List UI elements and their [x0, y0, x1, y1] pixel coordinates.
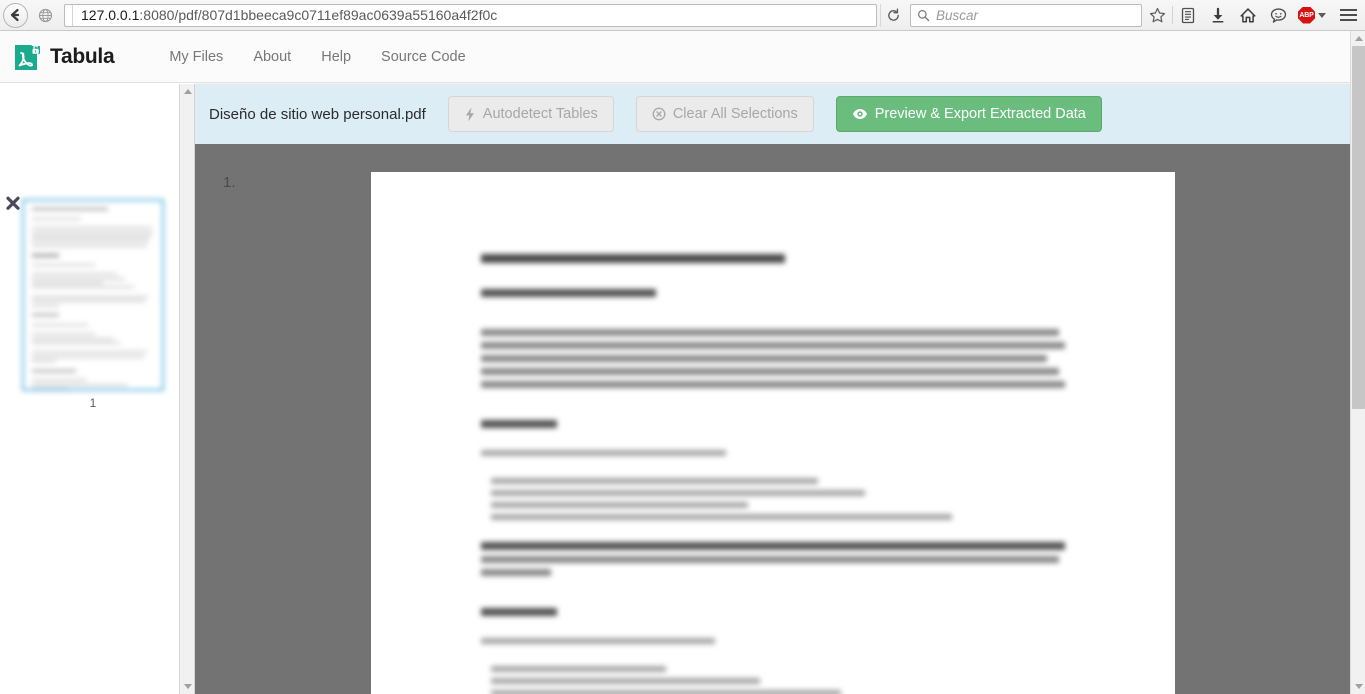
- url-text: 127.0.0.1:8080/pdf/807d1bbeeca9c0711ef89…: [72, 4, 498, 26]
- nav-about[interactable]: About: [238, 49, 306, 65]
- chat-bubble-icon[interactable]: [1263, 1, 1293, 29]
- circle-x-icon: [652, 107, 666, 121]
- back-button-circle: [2, 2, 28, 28]
- preview-export-label: Preview & Export Extracted Data: [874, 106, 1086, 122]
- eye-icon: [852, 107, 868, 121]
- action-bar: Diseño de sitio web personal.pdf Autodet…: [195, 84, 1350, 144]
- pdf-viewer: 1.: [195, 144, 1350, 694]
- reload-icon: [888, 8, 899, 21]
- clear-all-selections-button[interactable]: Clear All Selections: [635, 96, 814, 132]
- reload-button[interactable]: [880, 3, 906, 27]
- pdf-page-content: [371, 172, 1175, 694]
- tabula-nav-links: My Files About Help Source Code: [154, 49, 480, 65]
- page-thumbnail[interactable]: [22, 199, 164, 391]
- url-path: :8080/pdf/807d1bbeeca9c0711ef89ac0639a55…: [139, 6, 498, 23]
- browser-toolbar: 127.0.0.1:8080/pdf/807d1bbeeca9c0711ef89…: [0, 0, 1365, 31]
- url-host: 127.0.0.1: [81, 6, 140, 23]
- back-button[interactable]: [0, 0, 30, 30]
- sidebar-scrollbar[interactable]: [180, 84, 195, 694]
- download-arrow-icon[interactable]: [1203, 1, 1233, 29]
- site-identity-button[interactable]: [30, 0, 60, 30]
- adblock-plus-icon: ABP: [1298, 6, 1315, 24]
- page-scrollbar[interactable]: [1350, 31, 1365, 694]
- tabula-brand-name: Tabula: [50, 44, 115, 68]
- pdf-page-1[interactable]: [371, 172, 1175, 694]
- thumbnail-page-number: 1: [89, 396, 97, 410]
- bookmark-star-icon[interactable]: [1142, 1, 1172, 29]
- close-x-icon[interactable]: [5, 196, 21, 212]
- preview-export-button[interactable]: Preview & Export Extracted Data: [835, 96, 1102, 132]
- chevron-up-icon[interactable]: [180, 84, 195, 99]
- chevron-down-icon: [1318, 12, 1326, 18]
- nav-source-code[interactable]: Source Code: [366, 49, 481, 65]
- home-icon[interactable]: [1233, 1, 1263, 29]
- chevron-down-icon[interactable]: [180, 679, 195, 694]
- clear-all-selections-label: Clear All Selections: [672, 106, 798, 122]
- lightning-bolt-icon: [464, 107, 476, 122]
- adblock-plus-button[interactable]: ABP: [1293, 1, 1331, 29]
- page-index-label: 1.: [223, 174, 236, 191]
- back-arrow-icon: [10, 8, 20, 22]
- chevron-up-icon[interactable]: [1351, 31, 1365, 46]
- hamburger-menu-icon[interactable]: [1331, 1, 1365, 29]
- search-input[interactable]: Buscar: [936, 8, 978, 23]
- search-icon: [918, 9, 930, 21]
- globe-icon: [38, 8, 52, 22]
- chevron-down-icon[interactable]: [1351, 679, 1365, 694]
- page-thumbnail-container: 1: [22, 199, 164, 410]
- scrollbar-thumb[interactable]: [1352, 46, 1365, 409]
- tabula-brand[interactable]: Tabula: [13, 42, 115, 72]
- autodetect-tables-label: Autodetect Tables: [482, 106, 598, 122]
- pdf-file-name: Diseño de sitio web personal.pdf: [209, 105, 426, 123]
- nav-my-files[interactable]: My Files: [154, 49, 238, 65]
- tabula-pdf-logo-icon: [13, 42, 41, 72]
- url-bar[interactable]: 127.0.0.1:8080/pdf/807d1bbeeca9c0711ef89…: [64, 3, 877, 27]
- thumbnail-sidebar: 1: [0, 84, 180, 694]
- tabula-navbar: Tabula My Files About Help Source Code: [0, 31, 1365, 83]
- nav-help[interactable]: Help: [306, 49, 366, 65]
- autodetect-tables-button[interactable]: Autodetect Tables: [447, 96, 614, 132]
- search-bar[interactable]: Buscar: [910, 3, 1142, 27]
- reader-list-icon[interactable]: [1173, 1, 1203, 29]
